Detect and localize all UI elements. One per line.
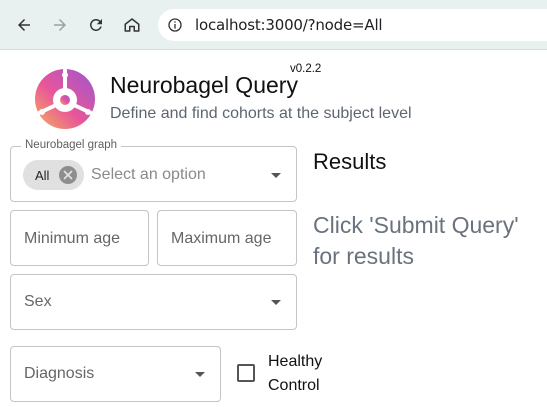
graph-select-placeholder: Select an option <box>91 166 206 183</box>
diagnosis-placeholder: Diagnosis <box>24 365 95 382</box>
min-age-input[interactable]: Minimum age <box>10 210 149 266</box>
graph-chip[interactable]: All <box>23 160 84 190</box>
chevron-down-icon[interactable] <box>271 173 281 178</box>
chevron-down-icon[interactable] <box>195 372 205 377</box>
sex-placeholder: Sex <box>24 293 52 310</box>
results-message: Click 'Submit Query' for results <box>313 212 519 269</box>
home-icon <box>124 18 140 32</box>
page-subtitle: Define and find cohorts at the subject l… <box>110 105 412 122</box>
reload-button[interactable] <box>82 11 110 39</box>
max-age-input[interactable]: Maximum age <box>157 210 297 266</box>
page-title: Neurobagel Query <box>110 72 298 98</box>
min-age-placeholder: Minimum age <box>24 230 121 247</box>
sex-select[interactable]: Sex <box>10 274 297 330</box>
results-title: Results <box>313 149 387 174</box>
chip-remove-icon[interactable] <box>59 166 77 184</box>
graph-chip-label: All <box>35 167 50 183</box>
max-age-placeholder: Maximum age <box>171 230 272 247</box>
browser-toolbar: localhost:3000/?node=All <box>0 0 547 50</box>
back-button[interactable] <box>10 11 38 39</box>
chevron-down-icon[interactable] <box>271 300 281 305</box>
forward-icon <box>54 19 66 31</box>
forward-button[interactable] <box>46 11 74 39</box>
address-bar[interactable]: localhost:3000/?node=All <box>158 9 547 41</box>
diagnosis-select[interactable]: Diagnosis <box>10 346 221 402</box>
home-button[interactable] <box>118 11 146 39</box>
graph-select[interactable]: Neurobagel graph All Select an option <box>10 139 297 202</box>
app-container: Neurobagel Query v0.2.2 Define and find … <box>0 50 547 407</box>
version-label: v0.2.2 <box>290 63 322 75</box>
url-text[interactable]: localhost:3000/?node=All <box>195 16 383 34</box>
healthy-control-checkbox[interactable] <box>237 364 255 382</box>
healthy-control-label[interactable]: Healthy Control <box>268 350 338 398</box>
graph-select-legend: Neurobagel graph <box>21 139 122 151</box>
back-icon <box>18 19 30 31</box>
reload-icon <box>89 18 102 31</box>
neurobagel-logo <box>35 68 95 129</box>
site-info-icon[interactable] <box>167 17 183 33</box>
